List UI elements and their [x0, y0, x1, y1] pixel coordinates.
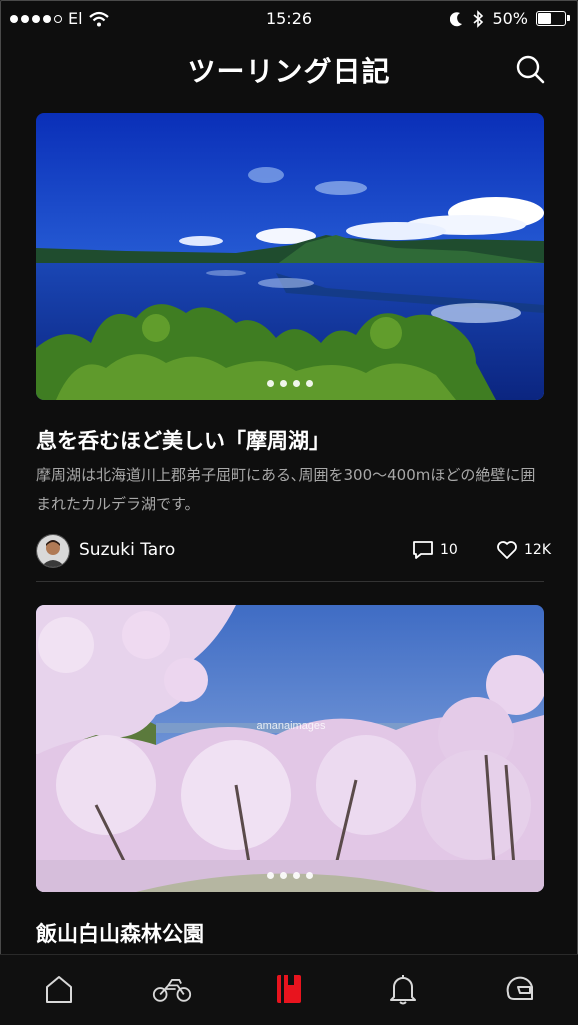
bluetooth-icon: [473, 9, 484, 28]
author-name[interactable]: Suzuki Taro: [79, 540, 175, 560]
post-title[interactable]: 息を呑むほど美しい「摩周湖」: [36, 425, 330, 455]
avatar[interactable]: [36, 534, 70, 568]
post-meta: Suzuki Taro 10 12K: [36, 534, 551, 568]
diary-icon: [277, 975, 301, 1003]
motorcycle-icon: [152, 979, 192, 1002]
home-icon: [46, 976, 72, 1003]
lake-photo: [36, 113, 544, 400]
header: ツーリング日記: [0, 40, 578, 100]
post-title-2[interactable]: 飯山白山森林公園: [36, 918, 204, 948]
image-pager-2[interactable]: [36, 872, 544, 879]
status-right: 50%: [450, 9, 570, 28]
status-bar: El 15:26 50%: [0, 0, 578, 36]
bell-icon: [390, 975, 416, 1005]
helmet-icon: [506, 976, 533, 1000]
search-button[interactable]: [513, 52, 547, 86]
tab-diary[interactable]: [269, 969, 309, 1009]
search-icon: [516, 55, 545, 84]
post-description: 摩周湖は北海道川上郡弟子屈町にある､周囲を300〜400mほどの絶壁に囲まれたカ…: [36, 466, 536, 513]
heart-icon: [497, 541, 517, 559]
like-count: 12K: [524, 542, 551, 558]
image-pager[interactable]: [36, 380, 544, 387]
tab-notifications[interactable]: [383, 969, 423, 1009]
post-divider: [36, 581, 544, 582]
tab-profile[interactable]: [500, 969, 540, 1009]
cherry-blossom-photo: amanaimages: [36, 605, 544, 892]
page-title: ツーリング日記: [187, 55, 391, 88]
post-image-cherry[interactable]: amanaimages: [36, 605, 544, 892]
comment-count-button[interactable]: 10: [412, 540, 458, 560]
image-watermark: amanaimages: [256, 720, 326, 732]
comment-count: 10: [440, 542, 458, 558]
battery-icon: [536, 11, 570, 26]
moon-icon: [450, 11, 463, 26]
tab-home[interactable]: [39, 969, 79, 1009]
tab-bar: [0, 954, 578, 1025]
like-count-button[interactable]: 12K: [496, 540, 551, 560]
post-image-lake[interactable]: [36, 113, 544, 400]
tab-motorcycle[interactable]: [152, 969, 192, 1009]
battery-percent: 50%: [492, 9, 528, 28]
comment-icon: [413, 541, 433, 559]
